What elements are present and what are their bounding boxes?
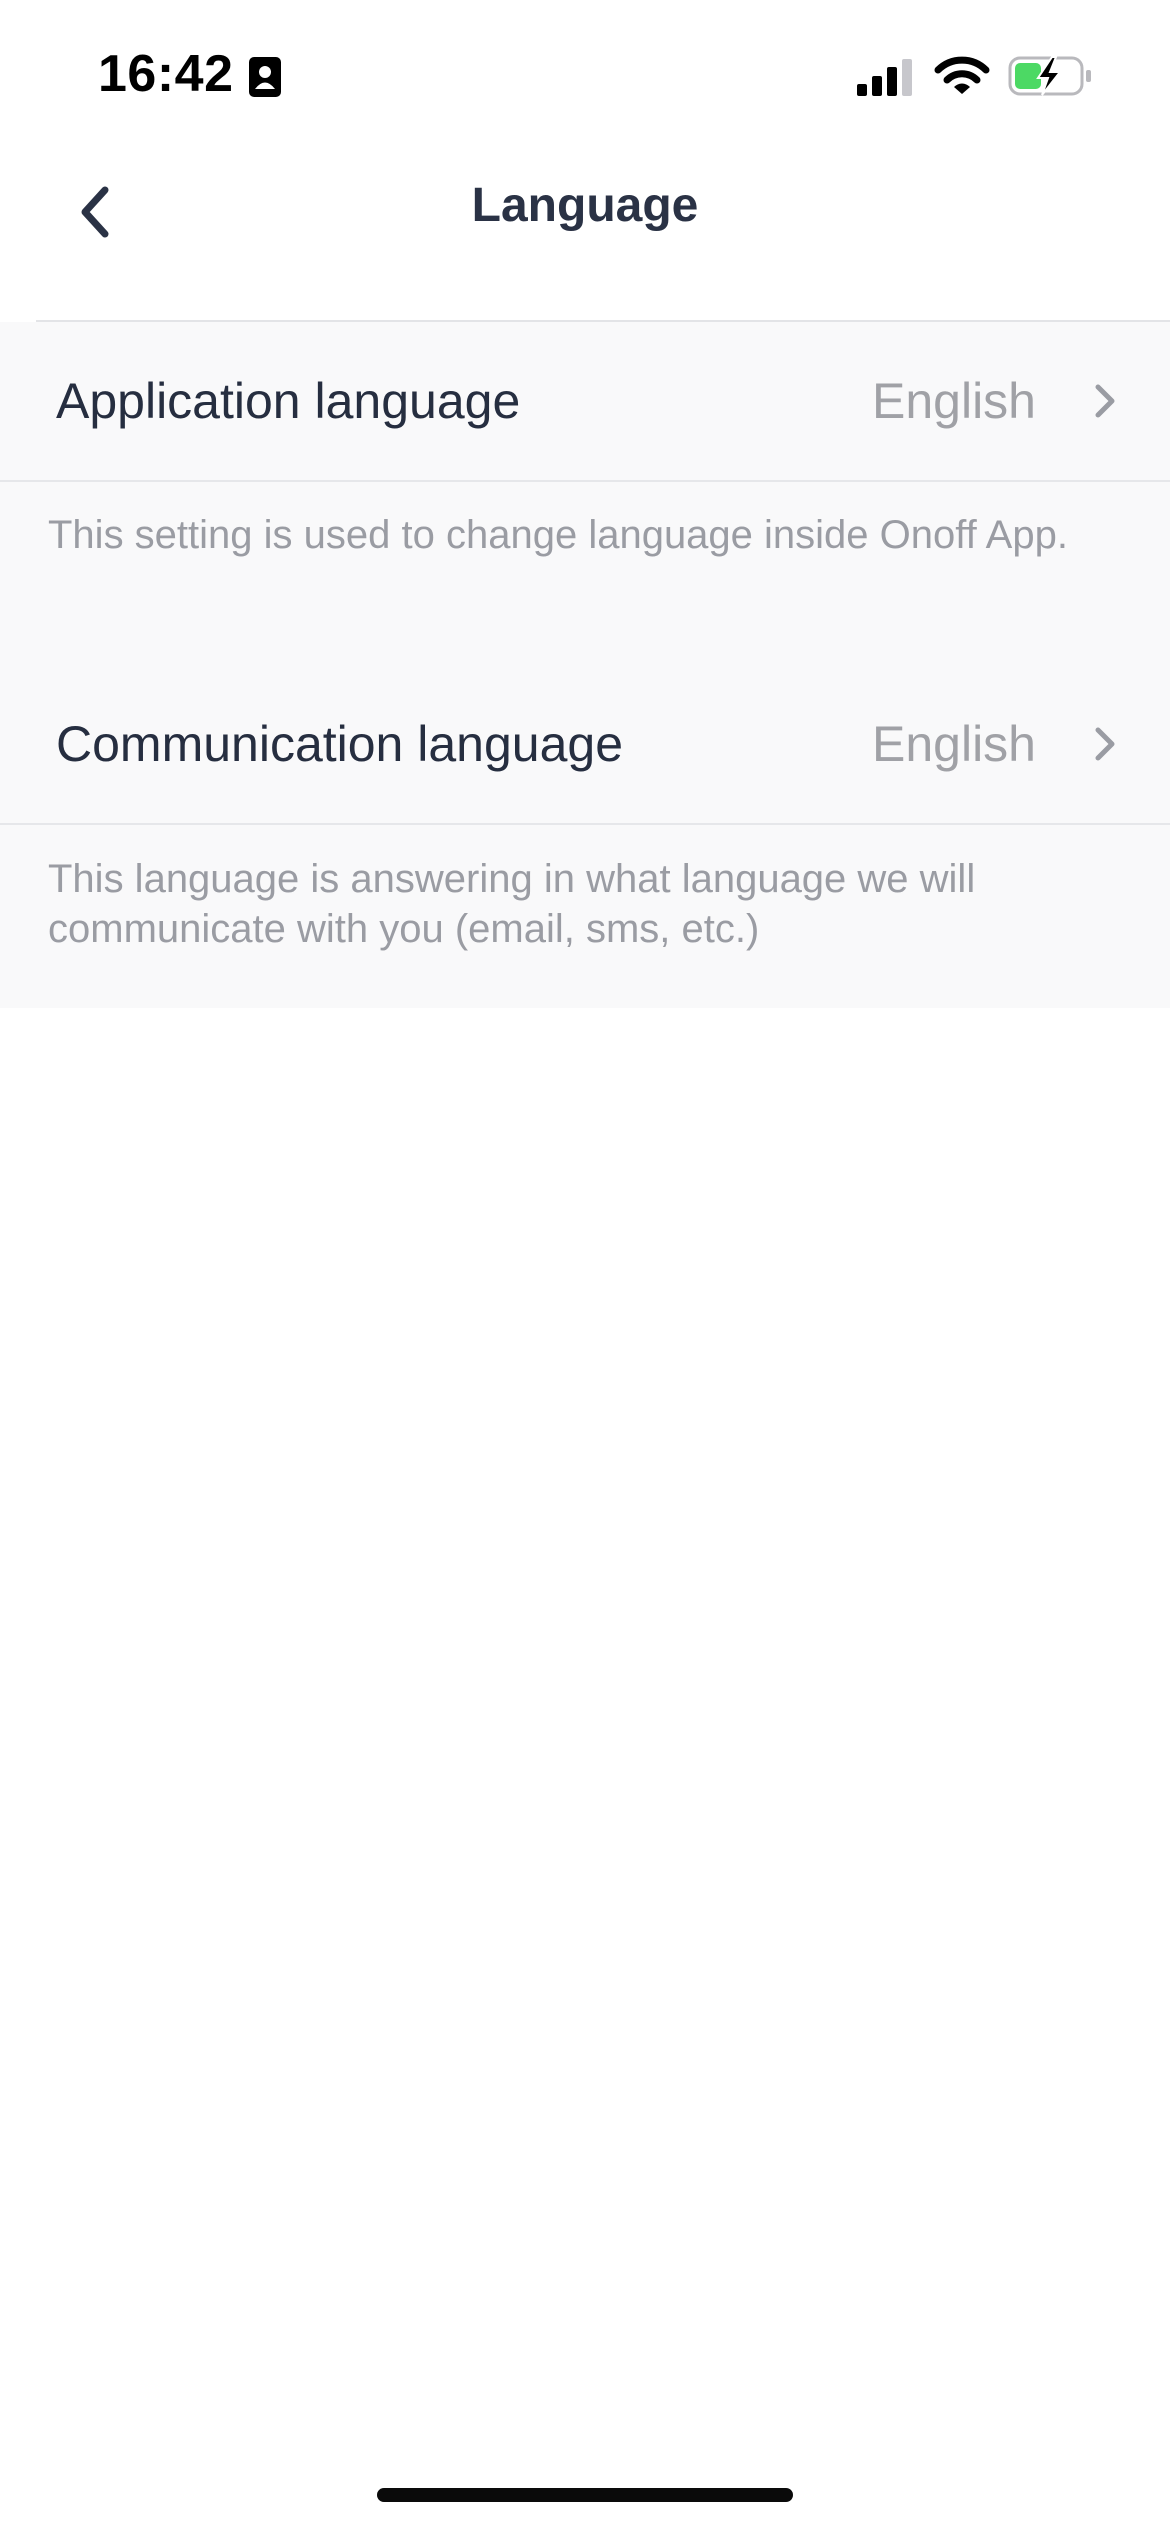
setting-label: Application language (56, 373, 521, 429)
chevron-right-icon (1095, 727, 1115, 761)
setting-value: English (872, 716, 1036, 772)
contact-card-icon (249, 57, 281, 97)
language-settings-section: Application language English This settin… (0, 322, 1170, 1008)
status-time: 16:42 (98, 45, 234, 103)
home-indicator[interactable] (377, 2488, 793, 2502)
cellular-signal-icon (857, 59, 912, 96)
setting-value: English (872, 373, 1036, 429)
chevron-right-icon (1095, 384, 1115, 418)
battery-charging-icon (1008, 56, 1091, 96)
wifi-icon (934, 56, 990, 94)
nav-header: Language (0, 150, 1170, 322)
row-divider (0, 480, 1170, 482)
status-bar: 16:42 (0, 0, 1170, 150)
setting-description: This language is answering in what langu… (48, 857, 976, 951)
application-language-row[interactable]: Application language English (0, 322, 1170, 480)
row-divider (0, 823, 1170, 825)
page-title: Language (471, 179, 699, 232)
setting-description: This setting is used to change language … (48, 513, 1068, 557)
communication-language-row[interactable]: Communication language English (0, 665, 1170, 823)
setting-label: Communication language (56, 716, 624, 772)
